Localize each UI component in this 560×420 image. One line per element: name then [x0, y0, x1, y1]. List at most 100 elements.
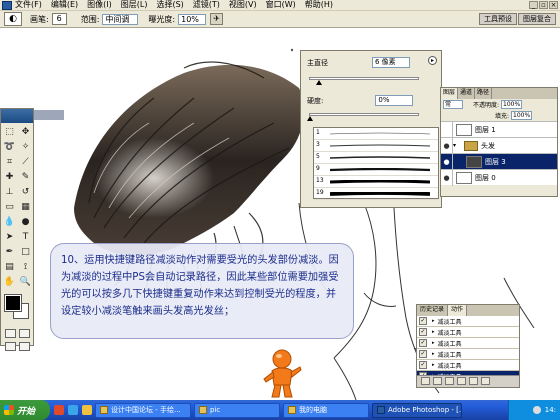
tab-layer-comps[interactable]: 图层复合 [518, 13, 556, 25]
tab-actions[interactable]: 动作 [448, 305, 468, 316]
expand-triangle-icon[interactable]: ▸ [432, 362, 435, 368]
brush-preset-item[interactable]: 5 [314, 152, 438, 164]
slice-tool-icon[interactable]: ⟋ [18, 155, 33, 169]
menu-layer[interactable]: 图层(L) [121, 0, 148, 10]
visibility-eye-icon[interactable]: ● [441, 137, 453, 154]
photoshop-app-icon[interactable] [2, 0, 12, 10]
folder-quick-icon[interactable] [82, 405, 92, 415]
action-item[interactable]: ✓ ▸ 减淡工具 [417, 349, 519, 360]
range-select[interactable]: 中间调 [102, 13, 139, 25]
action-item[interactable]: ✓ ▸ 减淡工具 [417, 327, 519, 338]
zoom-tool-icon[interactable]: 🔍 [18, 275, 33, 289]
taskbar-item-photoshop[interactable]: Adobe Photoshop - [... [372, 402, 462, 418]
menu-help[interactable]: 帮助(H) [305, 0, 333, 10]
brush-preset-item[interactable]: 13 [314, 176, 438, 188]
expand-triangle-icon[interactable]: ▸ [432, 318, 435, 324]
tab-tool-presets[interactable]: 工具预设 [479, 13, 517, 25]
pen-tool-icon[interactable]: ✒ [2, 245, 17, 259]
clone-stamp-icon[interactable]: ⊥ [2, 185, 17, 199]
menu-file[interactable]: 文件(F) [15, 0, 42, 10]
toolbox-title-bar[interactable] [1, 109, 33, 123]
shape-tool-icon[interactable]: □ [18, 245, 33, 259]
standard-mode-icon[interactable] [4, 329, 16, 338]
menu-image[interactable]: 图像(I) [87, 0, 112, 10]
menu-select[interactable]: 选择(S) [156, 0, 183, 10]
foreground-color[interactable] [4, 294, 22, 312]
marquee-tool-icon[interactable]: ⬚ [2, 125, 17, 139]
trash-icon[interactable] [481, 377, 490, 385]
diameter-field[interactable]: 6 像素 [372, 57, 410, 68]
layer-row-selected[interactable]: ● 图层 3 [441, 153, 557, 170]
panel-menu-icon[interactable]: ▸ [428, 56, 437, 65]
action-item[interactable]: ✓ ▸ 减淡工具 [417, 360, 519, 371]
checkmark-icon[interactable]: ✓ [419, 328, 427, 336]
taskbar-item-forum[interactable]: 设计中国论坛 - 手绘... [95, 402, 191, 418]
exposure-field[interactable]: 10% [178, 13, 207, 25]
restore-icon[interactable]: ▫ [539, 1, 548, 9]
notes-tool-icon[interactable]: ▤ [2, 260, 17, 274]
brush-tool-icon[interactable]: ✎ [18, 170, 33, 184]
eyedropper-icon[interactable]: ⟟ [18, 260, 33, 274]
close-icon[interactable]: × [549, 1, 558, 9]
visibility-eye-icon[interactable]: ● [441, 169, 453, 186]
layer-row[interactable]: 图层 1 [441, 121, 557, 138]
screen-mode-full-icon[interactable] [18, 342, 30, 351]
stop-icon[interactable] [421, 377, 430, 385]
tab-layers[interactable]: 图层 [441, 88, 459, 99]
minimize-icon[interactable]: _ [529, 1, 538, 9]
blend-mode-select[interactable]: 常 [443, 100, 463, 109]
layer-row[interactable]: ● 图层 0 [441, 169, 557, 186]
menu-edit[interactable]: 编辑(E) [51, 0, 78, 10]
menu-window[interactable]: 窗口(W) [266, 0, 296, 10]
crop-tool-icon[interactable]: ⌗ [2, 155, 17, 169]
checkmark-icon[interactable]: ✓ [419, 339, 427, 347]
brush-preset-item[interactable]: 3 [314, 140, 438, 152]
lasso-tool-icon[interactable]: ➰ [2, 140, 17, 154]
tab-history[interactable]: 历史记录 [417, 305, 449, 316]
new-action-icon[interactable] [469, 377, 478, 385]
move-tool-icon[interactable]: ✥ [18, 125, 33, 139]
expand-triangle-icon[interactable]: ▸ [432, 351, 435, 357]
hardness-slider[interactable] [307, 113, 419, 121]
quick-mask-icon[interactable] [18, 329, 30, 338]
checkmark-icon[interactable]: ✓ [419, 350, 427, 358]
record-icon[interactable] [433, 377, 442, 385]
fill-field[interactable]: 100% [511, 111, 533, 120]
tab-channels[interactable]: 通道 [458, 88, 476, 99]
new-set-icon[interactable] [457, 377, 466, 385]
tab-paths[interactable]: 路径 [475, 88, 493, 99]
taskbar-item-pic[interactable]: pic [194, 402, 280, 418]
taskbar-item-my-computer[interactable]: 我的电脑 [283, 402, 369, 418]
screen-mode-standard-icon[interactable] [4, 342, 16, 351]
diameter-slider[interactable] [309, 77, 419, 85]
checkmark-icon[interactable]: ✓ [419, 361, 427, 369]
history-brush-icon[interactable]: ↺ [18, 185, 33, 199]
menu-view[interactable]: 视图(V) [229, 0, 257, 10]
visibility-eye-icon[interactable] [441, 121, 453, 138]
checkmark-icon[interactable]: ✓ [419, 317, 427, 325]
dodge-tool-icon[interactable]: ● [18, 215, 33, 229]
play-icon[interactable] [445, 377, 454, 385]
expand-triangle-icon[interactable]: ▾ [453, 142, 456, 149]
airbrush-icon[interactable]: ✈ [210, 13, 224, 25]
brush-preset-item[interactable]: 9 [314, 164, 438, 176]
volume-icon[interactable] [532, 406, 541, 414]
dodge-tool-preset-icon[interactable]: ◐ [4, 12, 22, 26]
visibility-eye-icon[interactable]: ● [441, 153, 453, 170]
gradient-tool-icon[interactable]: ▦ [18, 200, 33, 214]
browser-icon[interactable] [54, 405, 64, 415]
eraser-tool-icon[interactable]: ▭ [2, 200, 17, 214]
hardness-field[interactable]: 0% [375, 95, 414, 106]
healing-brush-icon[interactable]: ✚ [2, 170, 17, 184]
start-button[interactable]: 开始 [0, 400, 50, 420]
ie-icon[interactable] [68, 405, 78, 415]
hand-tool-icon[interactable]: ✋ [2, 275, 17, 289]
opacity-field[interactable]: 100% [501, 100, 523, 109]
brush-preset-item[interactable]: 1 [314, 128, 438, 140]
action-item[interactable]: ✓ ▸ 减淡工具 [417, 338, 519, 349]
blur-tool-icon[interactable]: 💧 [2, 215, 17, 229]
brush-preset-item[interactable]: 19 [314, 188, 438, 200]
expand-triangle-icon[interactable]: ▸ [432, 340, 435, 346]
layer-group-row[interactable]: ● ▾ 头发 [441, 137, 557, 154]
expand-triangle-icon[interactable]: ▸ [432, 329, 435, 335]
